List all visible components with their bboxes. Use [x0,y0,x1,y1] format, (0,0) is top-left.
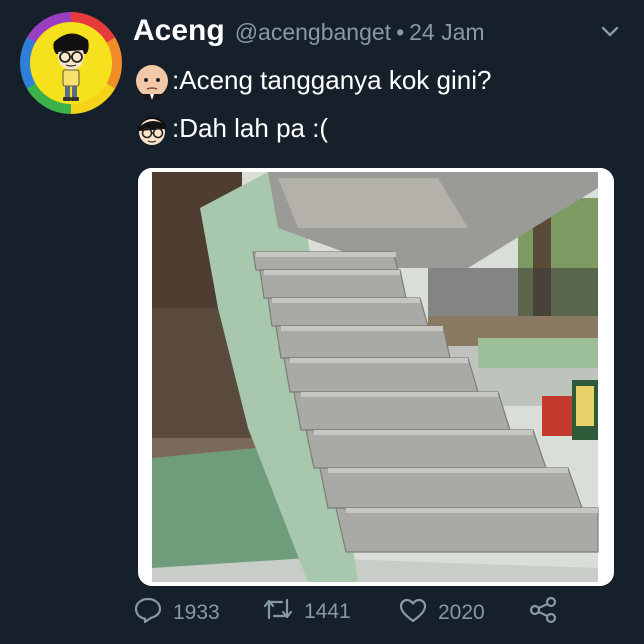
retweet-button[interactable]: 1441 [262,596,351,627]
tweet-text: :Aceng tangganya kok gini? [172,64,492,95]
avatar[interactable] [20,12,122,114]
like-count: 2020 [438,600,485,624]
share-button[interactable] [528,596,558,629]
cartoon-avatar-icon [30,22,112,104]
display-name[interactable]: Aceng [133,14,225,48]
baby-face-icon [132,60,172,100]
user-handle[interactable]: @acengbanget [235,19,391,46]
cartoon-face-icon [132,108,172,148]
like-button[interactable]: 2020 [398,596,485,629]
tweet[interactable]: Aceng @acengbanget • 24 Jam :Aceng tangg… [0,0,644,644]
heart-icon [398,596,428,629]
separator-dot: • [396,19,405,45]
tweet-text: :Dah lah pa :( [172,112,329,143]
chevron-down-icon[interactable] [598,24,622,40]
reply-count: 1933 [173,600,220,624]
retweet-count: 1441 [304,599,351,623]
tweet-text-line: :Aceng tangganya kok gini? [132,60,491,100]
timestamp[interactable]: 24 Jam [409,19,484,46]
reply-button[interactable]: 1933 [133,596,220,629]
reply-icon [133,596,163,629]
share-icon [528,596,558,629]
staircase-photo[interactable] [138,168,614,586]
tweet-header: Aceng @acengbanget • 24 Jam [133,14,485,54]
tweet-actions: 1933 1441 2020 [0,588,644,632]
retweet-icon [262,596,294,627]
tweet-text-line: :Dah lah pa :( [132,108,328,148]
